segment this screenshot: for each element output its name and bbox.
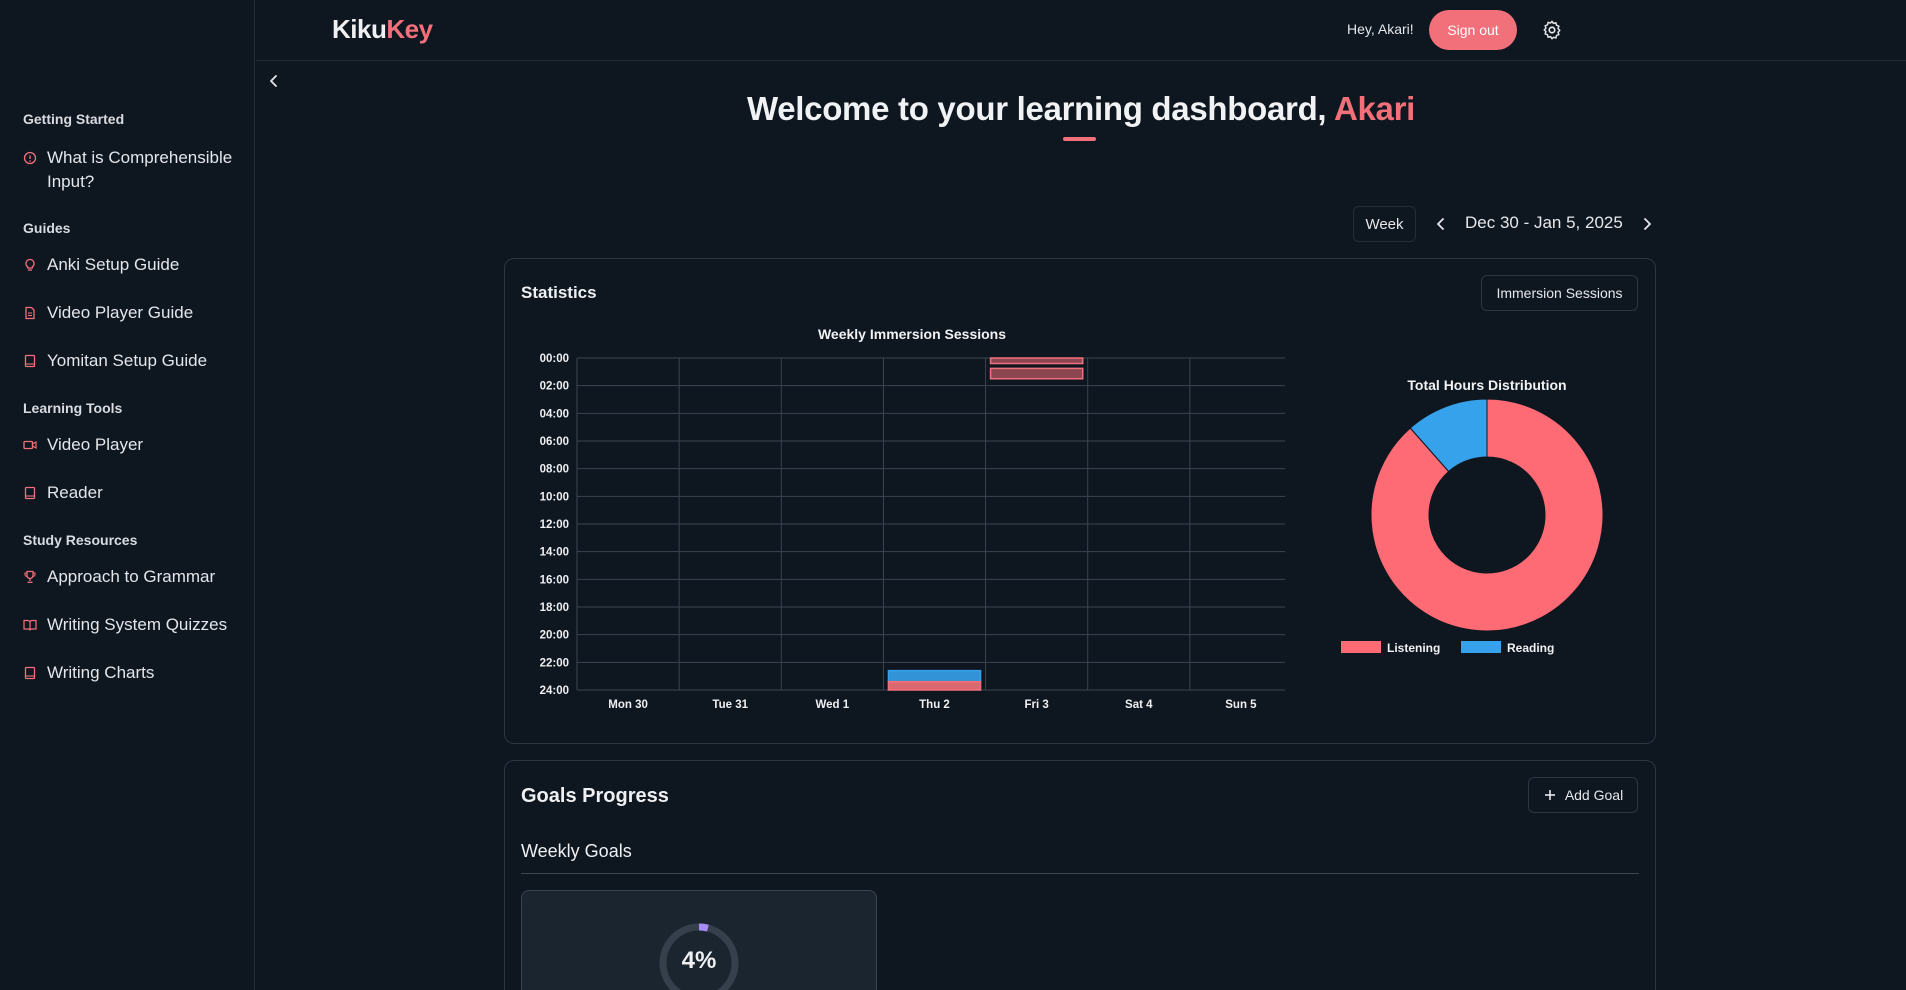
- book-icon: [23, 486, 37, 500]
- user-greeting: Hey, Akari!: [1347, 21, 1414, 37]
- logo[interactable]: KikuKey: [332, 14, 433, 45]
- sidebar-item-label: Video Player: [47, 435, 144, 454]
- sidebar-item-label: Approach to Grammar: [47, 567, 216, 586]
- session-bar[interactable]: [989, 367, 1084, 380]
- legend-swatch: [1341, 641, 1381, 653]
- gear-icon[interactable]: [1541, 19, 1563, 41]
- file-text-icon: [23, 306, 37, 320]
- session-bar[interactable]: [989, 357, 1084, 365]
- y-axis-ticks: 00:00 02:00 04:00 06:00 08:00 10:00 12:00 14:00…: [540, 353, 569, 697]
- sidebar-item-approach-to-grammar[interactable]: Approach to Grammar: [23, 565, 238, 589]
- add-goal-label: Add Goal: [1564, 787, 1624, 803]
- video-icon: [23, 438, 37, 452]
- hours-distribution-chart: Total Hours Distribution Listening Readin…: [1341, 377, 1604, 655]
- chart-grid: [576, 357, 1285, 691]
- top-header: KikuKey Hey, Akari! Sign out: [256, 0, 1906, 61]
- user-name: Akari: [1333, 90, 1416, 127]
- session-bar[interactable]: [887, 669, 982, 683]
- donut-slices: [1370, 398, 1604, 632]
- sidebar-item-label: Anki Setup Guide: [47, 255, 180, 274]
- x-tick-label: Wed 1: [816, 699, 850, 711]
- y-tick-label: 14:00: [540, 547, 569, 559]
- book-icon: [23, 354, 37, 368]
- chevron-left-icon[interactable]: [1431, 214, 1451, 234]
- x-tick-label: Sun 5: [1225, 699, 1257, 711]
- weekly-goals-title: Weekly Goals: [521, 841, 632, 861]
- lightbulb-icon: [23, 258, 37, 272]
- legend-label: Reading: [1507, 641, 1554, 655]
- y-tick-label: 18:00: [540, 602, 569, 614]
- sidebar: Getting Started What is Comprehensible I…: [0, 0, 255, 990]
- title-underline: [1063, 137, 1096, 141]
- y-tick-label: 10:00: [540, 491, 569, 503]
- x-tick-label: Sat 4: [1125, 699, 1153, 711]
- chart-title: Weekly Immersion Sessions: [818, 326, 1006, 342]
- chart-mode-button[interactable]: Immersion Sessions: [1481, 275, 1638, 311]
- y-tick-label: 16:00: [540, 574, 569, 586]
- legend-swatch: [1461, 641, 1501, 653]
- sidebar-item-label: Yomitan Setup Guide: [47, 351, 208, 370]
- info-icon: [23, 151, 37, 165]
- sidebar-item-label: What is Comprehensible Input?: [47, 148, 233, 191]
- sidebar-item-reader[interactable]: Reader: [23, 481, 238, 505]
- weekly-sessions-chart: Weekly Immersion Sessions 00:00 02:00 04:0…: [540, 326, 1285, 711]
- donut-legend: Listening Reading: [1341, 641, 1554, 655]
- sidebar-item-comprehensible-input[interactable]: What is Comprehensible Input?: [23, 146, 238, 194]
- y-tick-label: 04:00: [540, 408, 569, 420]
- sidebar-item-writing-system-quizzes[interactable]: Writing System Quizzes: [23, 613, 238, 637]
- x-tick-label: Fri 3: [1024, 699, 1048, 711]
- x-tick-label: Tue 31: [712, 699, 748, 711]
- sidebar-section-getting-started: Getting Started: [23, 111, 125, 127]
- goal-progress-label: 4%: [681, 947, 717, 974]
- session-bar[interactable]: [887, 680, 982, 691]
- trophy-icon: [23, 570, 37, 584]
- x-tick-label: Mon 30: [608, 699, 648, 711]
- book-open-icon: [23, 618, 37, 632]
- view-select-button[interactable]: Week: [1353, 206, 1416, 242]
- y-tick-label: 12:00: [540, 519, 569, 531]
- y-tick-label: 22:00: [540, 657, 569, 669]
- statistics-card: Statistics Immersion Sessions Weekly Imm…: [504, 258, 1656, 744]
- x-axis-ticks: Mon 30 Tue 31 Wed 1 Thu 2 Fri 3 Sat 4 Sun 5: [608, 699, 1257, 711]
- sidebar-item-video-player[interactable]: Video Player: [23, 433, 238, 457]
- sidebar-section-learning-tools: Learning Tools: [23, 400, 123, 416]
- y-tick-label: 24:00: [540, 685, 569, 697]
- plus-icon: [1544, 790, 1555, 800]
- chevron-right-icon[interactable]: [1637, 214, 1657, 234]
- sidebar-section-study-resources: Study Resources: [23, 532, 138, 548]
- date-range: Dec 30 - Jan 5, 2025: [1465, 213, 1623, 232]
- y-tick-label: 02:00: [540, 381, 569, 393]
- add-goal-button[interactable]: Add Goal: [1528, 777, 1638, 813]
- sidebar-item-label: Reader: [47, 483, 103, 502]
- y-tick-label: 08:00: [540, 464, 569, 476]
- x-tick-label: Thu 2: [919, 699, 950, 711]
- sidebar-item-label: Writing System Quizzes: [47, 615, 228, 634]
- goals-title: Goals Progress: [521, 785, 669, 807]
- y-tick-label: 00:00: [540, 353, 569, 365]
- sidebar-item-video-player-guide[interactable]: Video Player Guide: [23, 301, 238, 325]
- donut-title: Total Hours Distribution: [1407, 377, 1566, 393]
- sign-out-button[interactable]: Sign out: [1429, 10, 1517, 50]
- sidebar-item-writing-charts[interactable]: Writing Charts: [23, 661, 238, 685]
- sidebar-item-label: Video Player Guide: [47, 303, 194, 322]
- statistics-title: Statistics: [521, 283, 597, 302]
- goal-card[interactable]: 4%: [521, 890, 877, 990]
- divider: [521, 873, 1639, 874]
- sidebar-section-guides: Guides: [23, 220, 71, 236]
- y-tick-label: 06:00: [540, 436, 569, 448]
- y-tick-label: 20:00: [540, 630, 569, 642]
- sidebar-item-yomitan-setup-guide[interactable]: Yomitan Setup Guide: [23, 349, 238, 373]
- goals-card: Goals Progress Add Goal Weekly Goals 4%: [504, 760, 1656, 990]
- page-title: Welcome to your learning dashboard, Akar…: [746, 90, 1416, 127]
- sidebar-item-anki-setup-guide[interactable]: Anki Setup Guide: [23, 253, 238, 277]
- collapse-sidebar-chevron-left-icon[interactable]: [266, 72, 282, 90]
- legend-label: Listening: [1387, 641, 1440, 655]
- sidebar-item-label: Writing Charts: [47, 663, 155, 682]
- book-icon: [23, 666, 37, 680]
